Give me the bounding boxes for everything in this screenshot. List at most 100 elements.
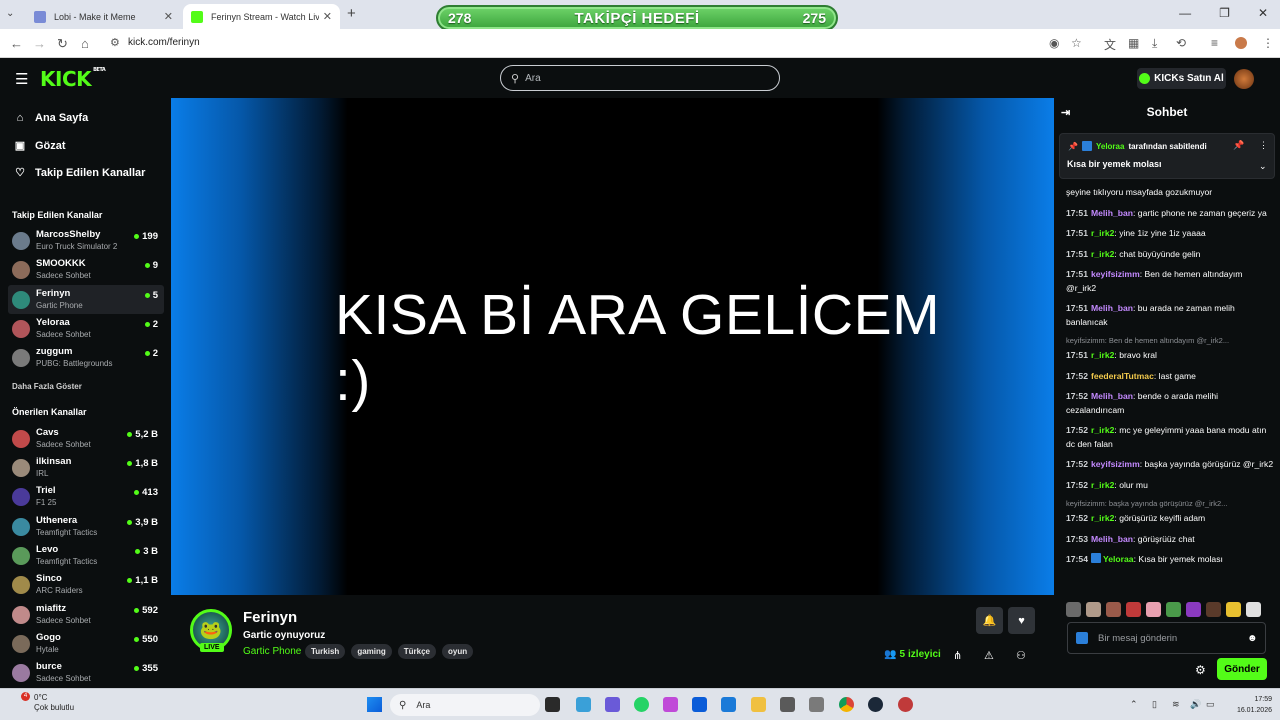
close-window-icon[interactable]: ✕ (1258, 6, 1268, 20)
message-username[interactable]: r_irk2 (1091, 425, 1114, 435)
emote[interactable] (1106, 602, 1121, 617)
chat-message-input[interactable] (1098, 632, 1243, 644)
recommended-channel-triel[interactable]: Triel F1 25 413 (8, 482, 164, 511)
recommended-channel-ilkinsan[interactable]: ilkinsan IRL 1,8 B (8, 453, 164, 482)
battery-icon[interactable]: ▭ (1206, 699, 1215, 710)
tray-app-icon[interactable]: ▯ (1152, 699, 1157, 710)
message-username[interactable]: keyifsizimm (1091, 269, 1140, 279)
nav-browse[interactable]: ▣ Gözat (12, 139, 66, 153)
buy-kicks-button[interactable]: KICKs Satın Al (1137, 68, 1226, 89)
nav-following[interactable]: ♡ Takip Edilen Kanallar (12, 166, 145, 180)
tracking-eye-icon[interactable]: ◉ (1049, 36, 1059, 50)
calculator-icon[interactable] (780, 697, 795, 712)
steam-icon[interactable] (868, 697, 883, 712)
message-username[interactable]: feederalTutmac (1091, 371, 1154, 381)
download-icon[interactable]: ⤓ (1152, 36, 1157, 51)
video-player[interactable]: KISA Bİ ARA GELİCEM :) (171, 98, 1054, 595)
nav-home[interactable]: ⌂ Ana Sayfa (12, 112, 89, 124)
reload-icon[interactable]: ↻ (57, 36, 68, 52)
emote[interactable] (1226, 602, 1241, 617)
reading-list-icon[interactable]: ≡ (1211, 36, 1218, 50)
recommended-channel-sinco[interactable]: Sinco ARC Raiders 1,1 B (8, 570, 164, 599)
recommended-channel-burce[interactable]: burce Sadece Sohbet 355 (8, 658, 164, 687)
translate-icon[interactable]: 文 (1104, 36, 1116, 53)
chat-input-box[interactable]: ☻ (1067, 622, 1266, 654)
message-username[interactable]: Melih_ban (1091, 391, 1133, 401)
message-username[interactable]: r_irk2 (1091, 228, 1114, 238)
tag-chip[interactable]: Türkçe (397, 644, 436, 659)
message-username[interactable]: Melih_ban (1091, 534, 1133, 544)
app-icon[interactable] (809, 697, 824, 712)
browser-menu-icon[interactable]: ⋮ (1262, 36, 1274, 50)
volume-icon[interactable]: 🔊 (1190, 699, 1201, 710)
collapse-chat-icon[interactable]: ⇥ (1061, 106, 1070, 119)
search-input[interactable] (525, 72, 756, 84)
message-username[interactable]: Melih_ban (1091, 208, 1133, 218)
streamer-name[interactable]: Ferinyn (243, 609, 297, 626)
hamburger-menu-icon[interactable]: ☰ (15, 70, 28, 88)
show-more-link[interactable]: Daha Fazla Göster (12, 382, 82, 391)
taskbar-search[interactable]: ⚲ Ara (390, 694, 540, 716)
whatsapp-icon[interactable] (634, 697, 649, 712)
tray-chevron-icon[interactable]: ⌃ (1130, 699, 1138, 710)
app-icon[interactable] (576, 697, 591, 712)
recommended-channel-gogo[interactable]: Gogo Hytale 550 (8, 629, 164, 658)
tag-chip[interactable]: oyun (442, 644, 474, 659)
follow-heart-button[interactable]: ♥ (1008, 607, 1035, 634)
minimize-icon[interactable]: — (1179, 6, 1191, 20)
report-warning-icon[interactable]: ⚠ (984, 649, 994, 662)
app-icon[interactable] (721, 697, 736, 712)
emote[interactable] (1086, 602, 1101, 617)
message-username[interactable]: r_irk2 (1091, 480, 1114, 490)
kick-logo[interactable]: KICK BETA (40, 67, 106, 91)
message-username[interactable]: keyifsizimm (1091, 459, 1140, 469)
add-user-icon[interactable]: ⚇ (1016, 649, 1026, 662)
recommended-channel-levo[interactable]: Levo Teamfight Tactics 3 B (8, 541, 164, 570)
followed-channel-ferinyn[interactable]: Ferinyn Gartic Phone 5 (8, 285, 164, 314)
task-view-icon[interactable] (545, 697, 560, 712)
close-tab-icon[interactable]: ✕ (164, 10, 173, 23)
browser-tab-ferinyn[interactable]: Ferinyn Stream - Watch Live on ✕ (183, 4, 340, 29)
wifi-icon[interactable]: ≋ (1172, 699, 1180, 710)
recommended-channel-uthenera[interactable]: Uthenera Teamfight Tactics 3,9 B (8, 512, 164, 541)
bookmark-star-icon[interactable]: ☆ (1071, 36, 1082, 50)
windows-start-icon[interactable] (367, 697, 382, 712)
tag-chip[interactable]: gaming (351, 644, 392, 659)
browser-tab-lobi[interactable]: Lobi - Make it Meme ✕ (26, 4, 181, 29)
message-username[interactable]: r_irk2 (1091, 513, 1114, 523)
store-icon[interactable] (692, 697, 707, 712)
message-username[interactable]: r_irk2 (1091, 249, 1114, 259)
tag-chip[interactable]: Turkish (305, 644, 346, 659)
notification-bell-button[interactable]: 🔔 (976, 607, 1003, 634)
restore-icon[interactable]: ❐ (1219, 6, 1230, 20)
message-username[interactable]: Yeloraa (1103, 554, 1134, 564)
emote[interactable] (1066, 602, 1081, 617)
emote[interactable] (1246, 602, 1261, 617)
extensions-icon[interactable]: ▦ (1128, 36, 1139, 50)
site-info-icon[interactable]: ⚙ (110, 36, 120, 49)
history-icon[interactable]: ⟲ (1176, 36, 1186, 50)
url-field[interactable]: kick.com/ferinyn (128, 37, 200, 48)
recommended-channel-cavs[interactable]: Cavs Sadece Sohbet 5,2 B (8, 424, 164, 453)
file-explorer-icon[interactable] (751, 697, 766, 712)
chevron-down-icon[interactable]: ⌄ (1259, 161, 1267, 172)
copilot-icon[interactable] (663, 697, 678, 712)
new-tab-plus-icon[interactable]: + (347, 5, 356, 22)
profile-avatar-icon[interactable] (1235, 37, 1247, 49)
emoji-picker-icon[interactable]: ☻ (1247, 633, 1258, 644)
pinned-message[interactable]: 📌 Yeloraa tarafından sabitlendi Kısa bir… (1059, 133, 1275, 179)
message-username[interactable]: Melih_ban (1091, 303, 1133, 313)
followed-channel-marcosshelby[interactable]: MarcosShelby Euro Truck Simulator 2 199 (8, 226, 164, 255)
search-box[interactable]: ⚲ (500, 65, 780, 91)
back-icon[interactable]: ← (10, 36, 23, 51)
user-avatar[interactable] (1234, 69, 1254, 89)
followed-channel-zuggum[interactable]: zuggum PUBG: Battlegrounds 2 (8, 343, 164, 372)
app-icon[interactable] (898, 697, 913, 712)
app-icon[interactable] (605, 697, 620, 712)
home-icon[interactable]: ⌂ (81, 36, 89, 51)
pin-toggle-icon[interactable]: 📌 (1233, 140, 1244, 151)
followed-channel-smookkk[interactable]: SMOOKKK Sadece Sohbet 9 (8, 255, 164, 284)
emote[interactable] (1206, 602, 1221, 617)
stream-category-link[interactable]: Gartic Phone (243, 646, 301, 657)
more-options-icon[interactable]: ⋮ (1259, 140, 1268, 151)
